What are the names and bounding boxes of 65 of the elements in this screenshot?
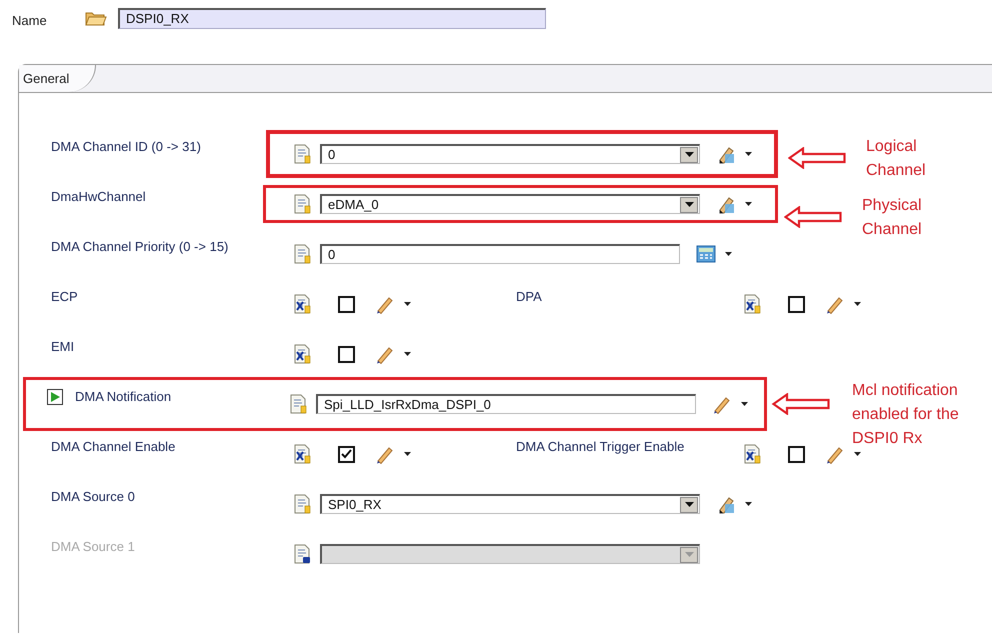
field-label: DMA Source 1 [51, 539, 136, 554]
combo-box[interactable]: eDMA_0 [320, 194, 700, 214]
field-label: DMA Channel Priority (0 -> 15) [51, 239, 230, 254]
tab[interactable]: General [19, 65, 96, 92]
field-label: DMA Channel ID (0 -> 31) [51, 139, 202, 154]
document-icon [292, 544, 312, 564]
field-label: DMA Source 0 [51, 489, 136, 504]
annotation-text: Mcl notification [852, 381, 959, 401]
field-label: DMA Notification [75, 389, 172, 404]
combo-box[interactable]: 0 [320, 144, 700, 164]
annotation-text: Physical [862, 196, 922, 216]
field-label: DPA [516, 289, 543, 304]
caret-icon [684, 552, 694, 557]
document-icon [742, 444, 762, 464]
document-icon [288, 394, 308, 414]
combo-box[interactable]: SPI0_RX [320, 494, 700, 514]
checkbox[interactable] [338, 446, 355, 462]
document-icon [292, 294, 312, 314]
caret-icon [404, 452, 411, 456]
input-field[interactable]: 0 [320, 244, 680, 264]
field-label: Name [12, 12, 48, 28]
document-icon [292, 194, 312, 214]
caret-icon [404, 352, 411, 356]
document-icon [292, 144, 312, 164]
play-icon[interactable] [47, 389, 63, 405]
caret-icon [745, 502, 752, 506]
dropdown-button[interactable] [680, 496, 698, 512]
document-icon [292, 244, 312, 264]
caret-icon [684, 152, 694, 157]
field-label: DmaHwChannel [51, 189, 147, 204]
checkbox[interactable] [338, 346, 355, 362]
folder-icon[interactable] [85, 10, 107, 26]
caret-icon [854, 452, 861, 456]
field-label: EMI [51, 339, 76, 354]
checkbox[interactable] [788, 446, 805, 462]
document-icon [292, 344, 312, 364]
annotation-text: enabled for the [852, 405, 959, 425]
calculator-icon [696, 244, 716, 264]
checkbox[interactable] [338, 296, 355, 312]
checkbox[interactable] [788, 296, 805, 312]
dropdown-button[interactable] [680, 146, 698, 162]
caret-icon [404, 302, 411, 306]
caret-icon [684, 502, 694, 507]
annotation-text: Logical [866, 137, 918, 157]
name-field[interactable]: DSPI0_RX [118, 8, 546, 28]
arrow-icon [788, 147, 846, 169]
annotation-text: Channel [862, 220, 922, 240]
document-icon [292, 494, 312, 514]
input-field[interactable]: Spi_LLD_IsrRxDma_DSPI_0 [316, 394, 696, 414]
annotation-text: Channel [866, 161, 926, 181]
caret-icon [745, 152, 752, 156]
document-icon [292, 444, 312, 464]
field-label: DMA Channel Enable [51, 439, 176, 454]
document-icon [742, 294, 762, 314]
caret-icon [854, 302, 861, 306]
field-label: DMA Channel Trigger Enable [516, 439, 686, 454]
dropdown-button[interactable] [680, 196, 698, 212]
caret-icon [745, 202, 752, 206]
caret-icon [684, 202, 694, 207]
field-label: ECP [51, 289, 79, 304]
caret-icon [741, 402, 748, 406]
annotation-text: DSPI0 Rx [852, 429, 924, 449]
arrow-icon [784, 206, 842, 228]
calculator-menu-button[interactable] [696, 244, 732, 264]
caret-icon [725, 252, 732, 256]
